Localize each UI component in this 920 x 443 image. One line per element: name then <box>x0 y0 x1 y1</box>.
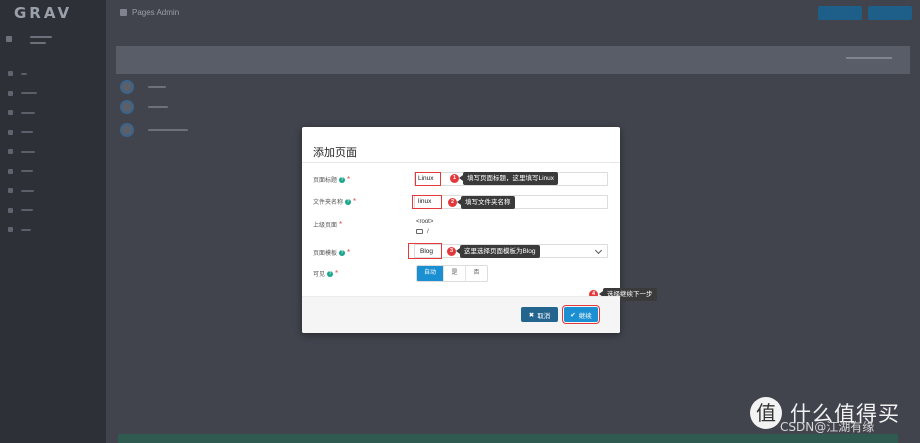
sidebar-item[interactable] <box>8 64 98 84</box>
list-item[interactable] <box>120 80 166 94</box>
step-badge: 1 <box>450 174 459 183</box>
pages-panel-header <box>116 46 910 74</box>
check-icon: ✔ <box>570 311 576 319</box>
template-label: 页面模板 ? * <box>313 248 351 257</box>
page-title: Pages Admin <box>120 8 179 17</box>
sidebar-item[interactable] <box>8 220 98 240</box>
page-title-value: Linux <box>418 175 434 182</box>
folder-name-value: linux <box>418 198 432 205</box>
sidebar-item[interactable] <box>8 142 98 162</box>
sidebar-item[interactable] <box>8 103 98 123</box>
help-icon[interactable]: ? <box>339 176 346 183</box>
dialog-footer: ✖ 取消 ✔ 继续 <box>302 296 620 333</box>
sidebar: GRAV <box>0 0 106 443</box>
page-title-label: 页面标题 ? * <box>313 175 351 184</box>
list-item[interactable] <box>120 123 188 137</box>
sidebar-item[interactable] <box>8 162 98 182</box>
dialog-title: 添加页面 <box>313 146 357 159</box>
visible-toggle: 自动 是 否 <box>416 265 488 282</box>
required-icon: * <box>339 220 343 229</box>
sidebar-item[interactable] <box>8 201 98 221</box>
watermark-logo-icon: 值 <box>750 397 782 429</box>
user-block[interactable] <box>6 34 100 52</box>
continue-button[interactable]: ✔ 继续 <box>562 305 600 324</box>
required-icon: * <box>347 248 351 257</box>
app-logo: GRAV <box>14 4 73 22</box>
page-icon <box>120 100 134 114</box>
step-badge: 2 <box>448 198 457 207</box>
cancel-button[interactable]: ✖ 取消 <box>521 307 558 322</box>
pages-icon <box>120 9 127 16</box>
add-page-dialog: 添加页面 页面标题 ? * Linux 1 填写页面标题，这里填写Linux 文… <box>302 127 657 333</box>
sidebar-nav <box>8 64 98 240</box>
help-icon[interactable]: ? <box>345 198 352 205</box>
list-item[interactable] <box>120 100 168 114</box>
help-icon[interactable]: ? <box>327 270 334 277</box>
folder-icon <box>416 229 423 234</box>
annotation-tooltip: 填写文件夹名称 <box>457 196 515 209</box>
avatar <box>6 36 12 42</box>
step-badge: 3 <box>447 247 456 256</box>
annotation-tooltip: 填写页面标题，这里填写Linux <box>458 172 559 185</box>
required-icon: * <box>335 269 339 278</box>
parent-page-label: 上级页面 * <box>313 220 343 229</box>
close-icon: ✖ <box>528 311 535 319</box>
chevron-down-icon <box>594 246 603 255</box>
template-value: Blog <box>420 248 434 255</box>
folder-name-label: 文件夹名称 ? * <box>313 197 357 206</box>
sidebar-item[interactable] <box>8 123 98 143</box>
visible-option-no[interactable]: 否 <box>465 266 487 281</box>
visible-label: 可见 ? * <box>313 269 339 278</box>
page-icon <box>120 80 134 94</box>
required-icon: * <box>347 175 351 184</box>
add-page-button[interactable] <box>818 6 862 20</box>
sidebar-item[interactable] <box>8 84 98 104</box>
required-icon: * <box>353 197 357 206</box>
parent-root: <root> <box>416 219 434 225</box>
annotation-tooltip: 这里选择页面模板为Blog <box>456 245 540 258</box>
visible-option-yes[interactable]: 是 <box>443 266 465 281</box>
visible-option-auto[interactable]: 自动 <box>417 266 443 281</box>
page-icon <box>120 123 134 137</box>
parent-folder-picker[interactable]: / <box>416 228 429 235</box>
sidebar-item[interactable] <box>8 181 98 201</box>
divider <box>302 162 620 163</box>
status-bar <box>118 434 898 443</box>
add-folder-button[interactable] <box>868 6 912 20</box>
help-icon[interactable]: ? <box>339 249 346 256</box>
watermark-subtitle: CSDN@江湖有缘 <box>780 420 875 434</box>
